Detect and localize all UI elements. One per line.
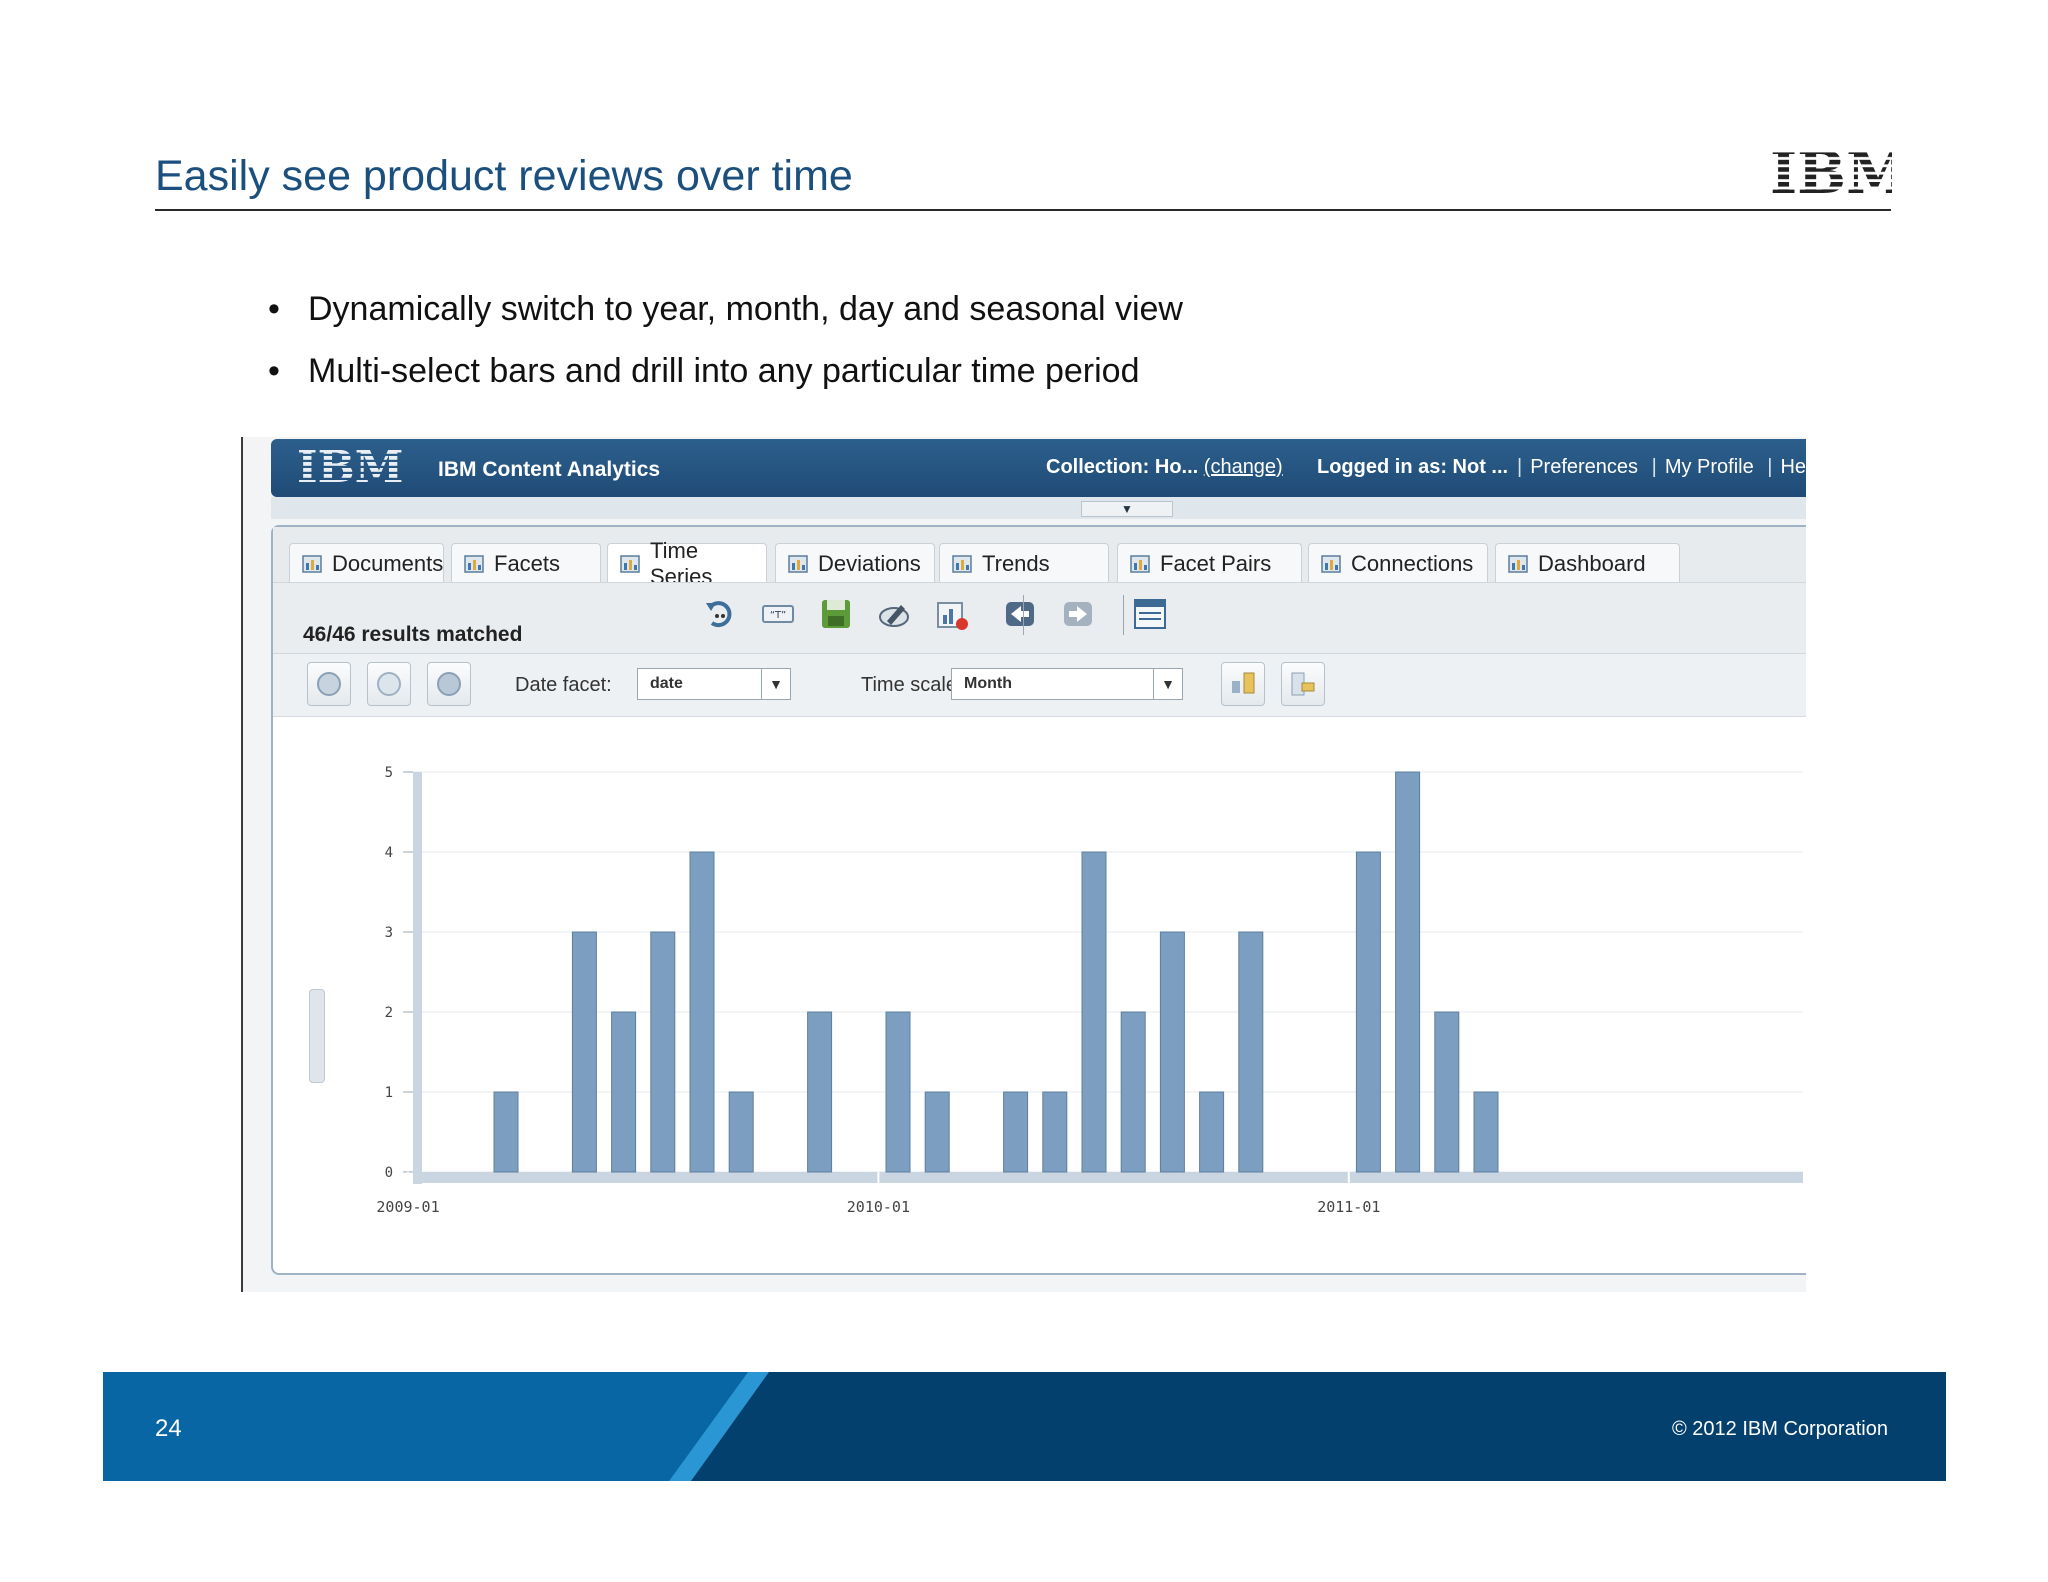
copyright: © 2012 IBM Corporation [1672,1418,1888,1440]
app-title: IBM Content Analytics [438,458,661,481]
app-ibm-logo: IBM [297,444,403,488]
y-tick-label: 2 [385,1005,393,1021]
bar[interactable] [1199,1091,1225,1173]
bar[interactable] [1120,1011,1146,1173]
svg-text:IBM: IBM [1770,145,1892,197]
slide-title: Easily see product reviews over time [155,152,853,200]
x-tick-label: 2010-01 [847,1198,910,1216]
my-profile-link[interactable]: My Profile [1665,456,1754,478]
y-tick-label: 3 [385,925,393,941]
x-tick-label: 2011-01 [1317,1198,1380,1216]
bar[interactable] [1238,931,1264,1173]
bar[interactable] [1355,851,1381,1173]
bar[interactable] [1159,931,1185,1173]
bar[interactable] [924,1091,950,1173]
bar[interactable] [1003,1091,1029,1173]
bullet-item: • Dynamically switch to year, month, day … [268,290,1183,328]
bar[interactable] [728,1091,754,1173]
bullet-item: • Multi-select bars and drill into any pa… [268,352,1140,390]
bar[interactable] [807,1011,833,1173]
bar[interactable] [611,1011,637,1173]
y-tick-label: 5 [385,765,393,781]
bar[interactable] [493,1091,519,1173]
title-divider [155,209,1891,211]
logged-in-status: Logged in as: Not ... [1317,456,1509,478]
app-header: IBM IBM Content Analytics Collection: Ho… [271,439,1806,497]
bar[interactable] [1434,1011,1460,1173]
ibm-logo: IBM [1770,145,1892,197]
x-axis [413,1172,1803,1183]
footer-band [103,1372,1946,1481]
bar[interactable] [650,931,676,1173]
page-number: 24 [155,1415,182,1442]
bar[interactable] [1395,771,1421,1173]
preferences-link[interactable]: Preferences [1530,456,1638,478]
bullet-list: • Dynamically switch to year, month, day … [268,290,1183,414]
bar[interactable] [571,931,597,1173]
x-tick-label: 2009-01 [376,1198,439,1216]
help-link[interactable]: He [1780,456,1806,478]
bar[interactable] [1042,1091,1068,1173]
bar[interactable] [1081,851,1107,1173]
collapse-strip: ▼ [271,497,1806,519]
main-panel: Documents Facets Time Series Deviations Tren… [271,525,1806,1275]
bar[interactable] [689,851,715,1173]
app-screenshot: IBM IBM Content Analytics Collection: Ho… [241,437,1806,1292]
footer-graphic [103,1372,769,1481]
collapse-toggle[interactable]: ▼ [1081,501,1173,517]
collection-change-link[interactable]: (change) [1204,456,1283,478]
svg-text:IBM: IBM [297,444,403,488]
bar[interactable] [885,1011,911,1173]
y-tick-label: 1 [385,1085,393,1101]
bar[interactable] [1473,1091,1499,1173]
header-links: | Preferences | My Profile | He [1517,456,1806,478]
collection-info: Collection: Ho... (change) [1046,456,1283,478]
y-tick-label: 0 [385,1165,393,1181]
y-tick-label: 4 [385,845,393,861]
y-axis [413,772,422,1184]
time-series-chart: 0123452009-012010-012011-012( [376,765,1803,1216]
